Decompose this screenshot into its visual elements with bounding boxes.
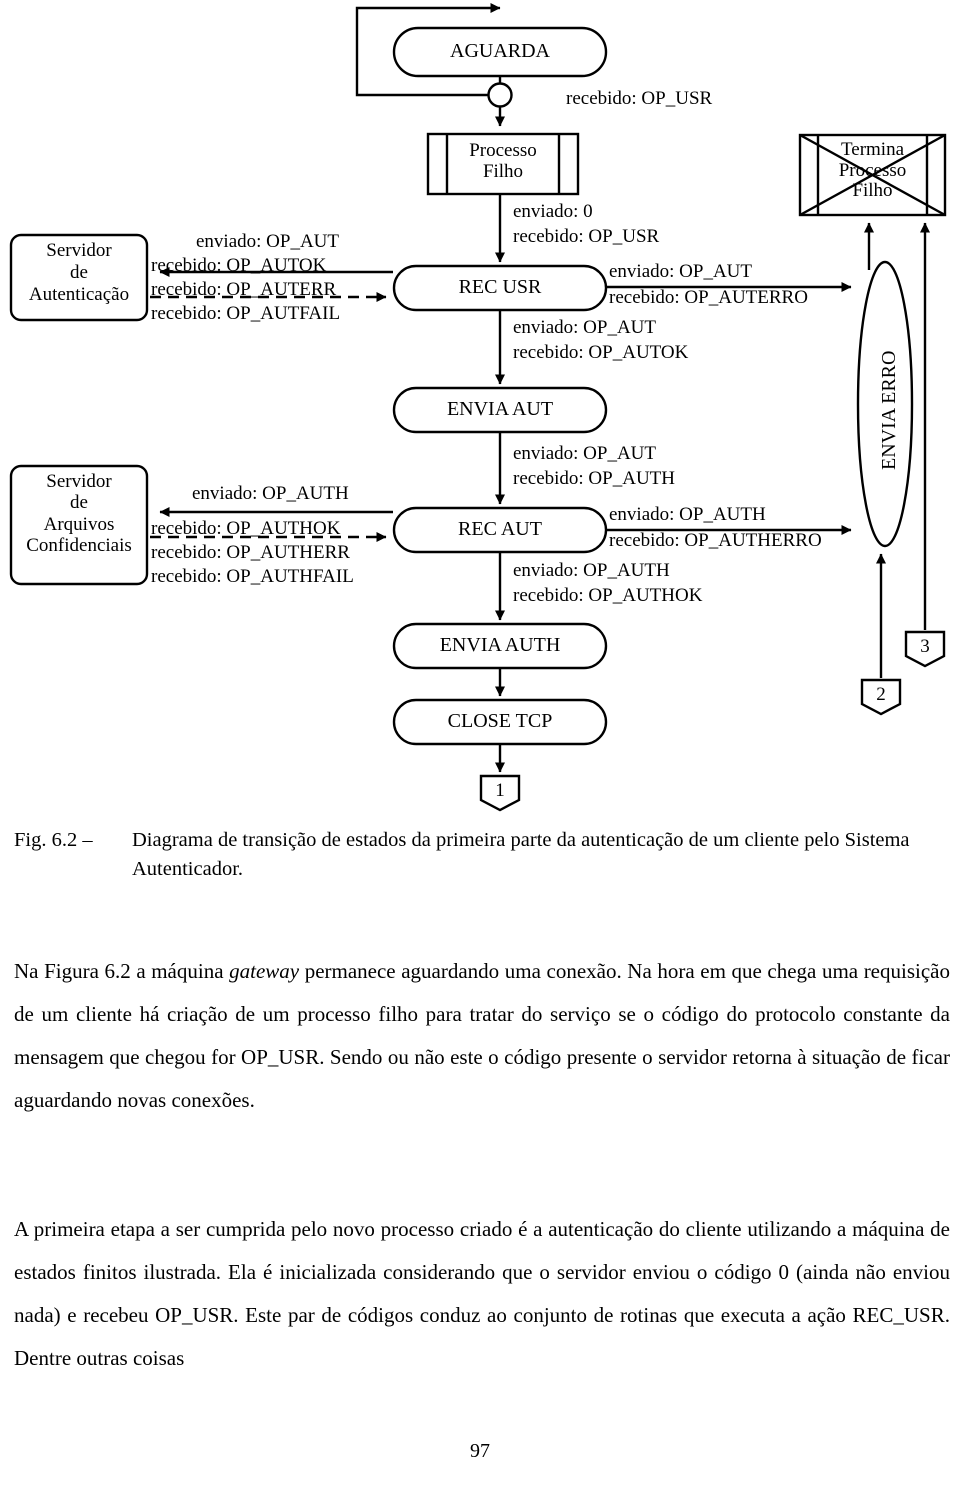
edge-label-recebido-op-autok: recebido: OP_AUTOK: [151, 255, 327, 276]
termina-line-3: Filho: [852, 180, 893, 202]
transition-label-recaut-erro-2: recebido: OP_AUTHERRO: [609, 530, 822, 551]
transition-label-recaut-enviaauth-2: recebido: OP_AUTHOK: [513, 585, 703, 606]
page-number: 97: [470, 1440, 490, 1462]
transition-label-recaut-enviaauth-1: enviado: OP_AUTH: [513, 560, 670, 581]
edge-label-recebido-op-authok: recebido: OP_AUTHOK: [151, 518, 341, 539]
process-box-label-termina: Termina Processo Filho: [818, 139, 927, 202]
paragraph-1: Na Figura 6.2 a máquina gateway permanec…: [14, 950, 950, 1122]
transition-label-filho-recusr-2: recebido: OP_USR: [513, 226, 660, 247]
termina-line-1: Termina: [840, 139, 905, 160]
transition-label-aguarda-filho: recebido: OP_USR: [566, 88, 713, 109]
state-label-envia-aut: ENVIA AUT: [446, 398, 554, 420]
connector-1-label: 1: [495, 780, 505, 801]
state-label-close-tcp: CLOSE TCP: [447, 710, 553, 732]
paragraph-2: A primeira etapa a ser cumprida pelo nov…: [14, 1217, 950, 1371]
edge-label-recebido-op-authfail: recebido: OP_AUTHFAIL: [151, 566, 354, 587]
edge-label-enviado-op-auth-servidor: enviado: OP_AUTH: [192, 483, 349, 504]
servidor-aut-line-3: Autenticação: [28, 283, 130, 305]
paragraph-1-emphasis: gateway: [229, 959, 300, 983]
state-label-envia-erro: ENVIA ERRO: [878, 350, 900, 470]
transition-label-recaut-erro-1: enviado: OP_AUTH: [609, 504, 766, 525]
external-box-label-servidor-arquivos: Servidor de Arquivos Confidenciais: [11, 471, 147, 557]
transition-label-recusr-erro-1: enviado: OP_AUT: [609, 261, 753, 282]
paragraph-1-part-a: Na Figura 6.2 a máquina: [14, 959, 230, 983]
transition-label-recusr-enviaaut-1: enviado: OP_AUT: [513, 317, 657, 338]
servidor-arq-line-4: Confidenciais: [26, 535, 132, 557]
state-label-rec-usr: REC USR: [458, 276, 542, 298]
servidor-aut-line-2: de: [70, 261, 88, 283]
transition-label-filho-recusr-1: enviado: 0: [513, 201, 593, 222]
connector-2-label: 2: [876, 684, 886, 705]
edge-label-recebido-op-auterr: recebido: OP_AUTERR: [151, 279, 337, 300]
edge-label-enviado-op-aut-servidor: enviado: OP_AUT: [196, 231, 340, 252]
transition-label-enviaaut-recaut-2: recebido: OP_AUTH: [513, 468, 675, 489]
process-box-label-processo-filho: Processo Filho: [447, 140, 559, 183]
processo-filho-line-2: Filho: [482, 161, 524, 183]
termina-line-2: Processo: [838, 159, 907, 181]
figure-caption: Fig. 6.2 – Diagrama de transição de estad…: [14, 826, 952, 884]
figure-caption-tag: Fig. 6.2 –: [14, 829, 93, 851]
figure-6-2: AGUARDA Processo Filho REC USR ENVIA AUT…: [0, 0, 960, 820]
servidor-arq-line-1: Servidor: [46, 471, 112, 492]
transition-label-recusr-erro-2: recebido: OP_AUTERRO: [609, 287, 808, 308]
transition-label-recusr-enviaaut-2: recebido: OP_AUTOK: [513, 342, 689, 363]
edge-label-recebido-op-autherr: recebido: OP_AUTHERR: [151, 542, 350, 563]
state-label-rec-aut: REC AUT: [458, 518, 542, 540]
external-box-label-servidor-autenticacao: Servidor de Autenticação: [11, 240, 147, 306]
transition-label-enviaaut-recaut-1: enviado: OP_AUT: [513, 443, 657, 464]
connector-3-label: 3: [920, 636, 930, 657]
state-label-aguarda: AGUARDA: [450, 40, 550, 62]
junction-circle: [487, 82, 513, 108]
processo-filho-line-1: Processo: [469, 140, 537, 161]
servidor-aut-line-1: Servidor: [46, 240, 112, 261]
servidor-arq-line-3: Arquivos: [43, 513, 115, 535]
figure-caption-text: Diagrama de transição de estados da prim…: [132, 829, 910, 881]
servidor-arq-line-2: de: [70, 492, 88, 514]
state-label-envia-auth: ENVIA AUTH: [439, 634, 561, 656]
edge-label-recebido-op-autfail: recebido: OP_AUTFAIL: [151, 303, 341, 324]
